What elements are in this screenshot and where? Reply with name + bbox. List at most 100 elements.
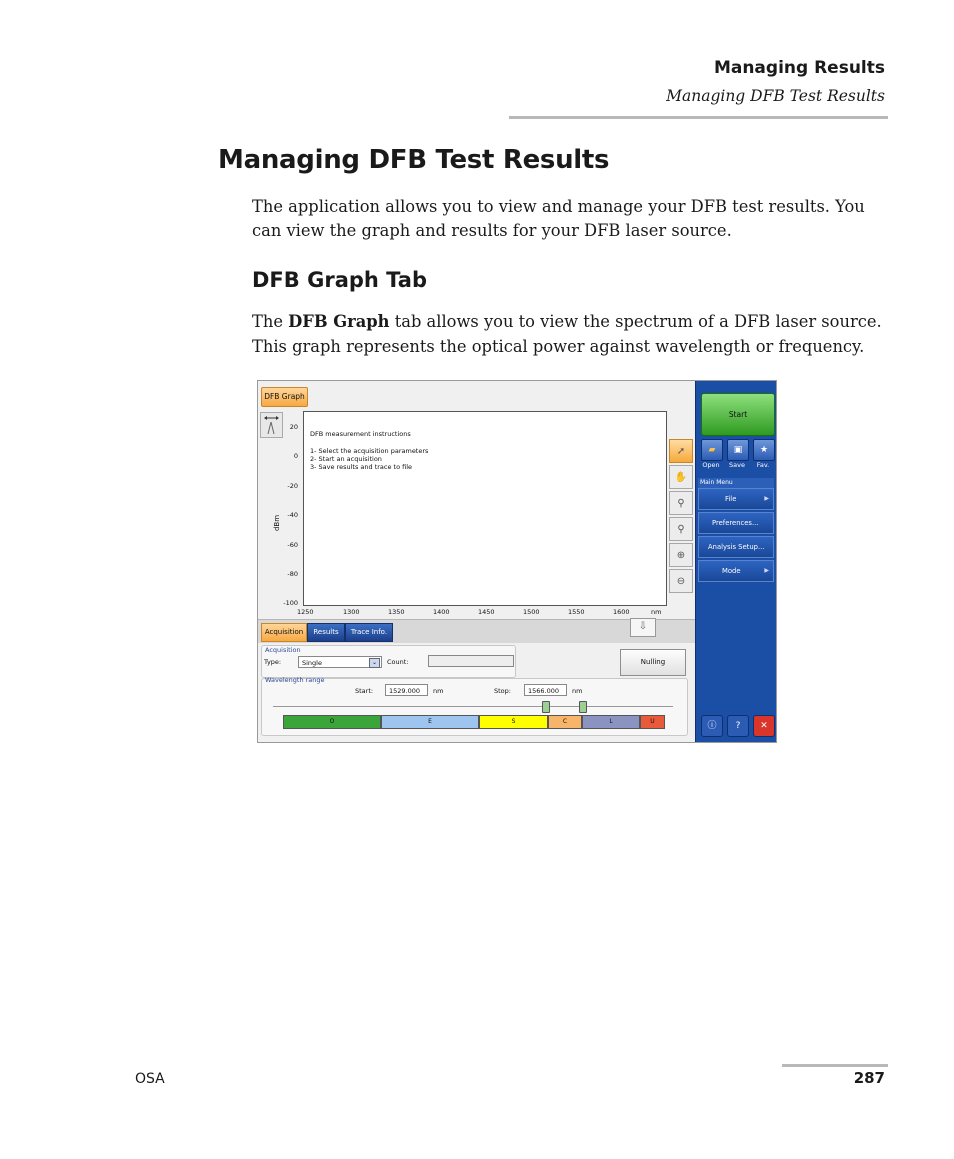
page-title: Managing DFB Test Results: [218, 145, 610, 175]
about-button[interactable]: ⓘ: [701, 715, 723, 737]
main-menu-title: Main Menu: [698, 478, 774, 488]
tab-dfb-graph[interactable]: DFB Graph: [261, 387, 308, 407]
footer-product: OSA: [135, 1071, 165, 1087]
stop-unit: nm: [572, 687, 583, 695]
tab-acquisition[interactable]: Acquisition: [261, 623, 307, 642]
type-select-value: Single: [302, 659, 322, 667]
start-button[interactable]: Start: [701, 393, 775, 436]
footer-rule: [782, 1064, 888, 1067]
band-s: S: [479, 715, 548, 729]
instruction-step: 2- Start an acquisition: [310, 455, 382, 463]
pointer-icon: ➚: [676, 445, 686, 457]
spectrum-plot[interactable]: DFB measurement instructions 1- Select t…: [303, 411, 667, 606]
band-o: O: [283, 715, 381, 729]
menu-item-mode[interactable]: Mode ▶: [698, 560, 774, 582]
star-icon: ★: [759, 445, 769, 455]
acquisition-group-title: Acquisition: [265, 646, 301, 654]
x-tick: 1400: [433, 608, 450, 616]
stop-label: Stop:: [494, 687, 511, 695]
stop-slider-handle[interactable]: [579, 701, 587, 713]
x-unit: nm: [651, 608, 662, 616]
menu-item-label: Analysis Setup...: [708, 543, 765, 551]
info-icon: ⓘ: [707, 721, 717, 731]
x-tick: 1550: [568, 608, 585, 616]
nulling-button[interactable]: Nulling: [620, 649, 686, 676]
menu-item-file[interactable]: File ▶: [698, 488, 774, 510]
count-label: Count:: [387, 658, 409, 666]
menu-item-preferences[interactable]: Preferences...: [698, 512, 774, 534]
running-header-section: Managing DFB Test Results: [666, 87, 885, 105]
help-icon: ?: [735, 721, 741, 731]
disk-icon: ▣: [733, 445, 743, 455]
zoom-area-button[interactable]: ⚲: [669, 491, 693, 515]
band-l: L: [582, 715, 640, 729]
band-c: C: [548, 715, 582, 729]
y-tick: -100: [283, 599, 298, 607]
y-axis-title: dBm: [273, 514, 282, 532]
zoom-in-button[interactable]: ⊕: [669, 543, 693, 567]
arrow-right-icon: ▶: [764, 495, 769, 502]
expand-button[interactable]: ⇩: [630, 618, 656, 637]
y-tick: -20: [287, 482, 298, 490]
folder-icon: ▰: [708, 445, 716, 455]
wavelength-group-title: Wavelength range: [265, 676, 325, 684]
save-button[interactable]: ▣: [727, 439, 749, 461]
x-tick: 1450: [478, 608, 495, 616]
count-spinner[interactable]: [428, 655, 514, 667]
pointer-tool-button[interactable]: ➚: [669, 439, 693, 463]
zoom-reset-icon: ⚲: [677, 523, 685, 535]
band-u: U: [640, 715, 665, 729]
close-icon: ✕: [760, 721, 768, 731]
start-slider-handle[interactable]: [542, 701, 550, 713]
tab-trace-info[interactable]: Trace Info.: [345, 623, 393, 642]
x-tick: 1600: [613, 608, 630, 616]
tab-results[interactable]: Results: [307, 623, 345, 642]
zoom-reset-button[interactable]: ⚲: [669, 517, 693, 541]
body-paragraph: The DFB Graph tab allows you to view the…: [252, 309, 892, 359]
body-text-pre: The: [252, 312, 289, 331]
x-tick: 1500: [523, 608, 540, 616]
pan-tool-button[interactable]: ✋: [669, 465, 693, 489]
header-rule: [509, 116, 888, 119]
y-tick: -80: [287, 570, 298, 578]
instruction-step: 1- Select the acquisition parameters: [310, 447, 429, 455]
side-panel: Start ▰ ▣ ★ Open Save Fav. Main Menu Fil…: [695, 381, 776, 742]
zoom-out-icon: ⊖: [676, 575, 686, 587]
graph-toolbar: ➚ ✋ ⚲ ⚲ ⊕ ⊖: [669, 439, 693, 595]
dfb-app-screenshot: DFB Graph 20 0 -20 -40 -60 -80 -100 dBm …: [257, 380, 777, 743]
y-tick: 20: [289, 423, 298, 431]
start-label: Start:: [355, 687, 374, 695]
intro-paragraph: The application allows you to view and m…: [252, 197, 865, 240]
arrow-right-icon: ▶: [764, 567, 769, 574]
x-tick: 1250: [297, 608, 314, 616]
zoom-out-button[interactable]: ⊖: [669, 569, 693, 593]
hand-icon: ✋: [674, 471, 688, 483]
exit-button[interactable]: ✕: [753, 715, 775, 737]
menu-item-label: File: [725, 495, 737, 503]
menu-item-label: Preferences...: [712, 519, 759, 527]
menu-item-analysis-setup[interactable]: Analysis Setup...: [698, 536, 774, 558]
wavelength-slider-track[interactable]: [273, 706, 673, 707]
type-select[interactable]: Single ⌄: [298, 656, 382, 668]
instruction-step: 3- Save results and trace to file: [310, 463, 413, 471]
band-e: E: [381, 715, 479, 729]
section-heading: DFB Graph Tab: [252, 268, 427, 292]
open-button[interactable]: ▰: [701, 439, 723, 461]
fav-label: Fav.: [756, 461, 770, 469]
help-button[interactable]: ?: [727, 715, 749, 737]
favorites-button[interactable]: ★: [753, 439, 775, 461]
chevron-down-icon: ⌄: [369, 658, 380, 668]
instructions-title: DFB measurement instructions: [310, 430, 411, 438]
stop-wavelength-input[interactable]: 1566.000: [524, 684, 567, 696]
x-tick: 1300: [343, 608, 360, 616]
y-tick: 0: [293, 452, 298, 460]
body-text-bold: DFB Graph: [288, 312, 390, 331]
type-label: Type:: [264, 658, 282, 666]
running-header-chapter: Managing Results: [713, 58, 885, 78]
y-tick: -60: [287, 541, 298, 549]
menu-item-label: Mode: [722, 567, 741, 575]
zoom-area-icon: ⚲: [677, 497, 685, 509]
x-tick: 1350: [388, 608, 405, 616]
page-number: 287: [853, 1069, 885, 1087]
start-wavelength-input[interactable]: 1529.000: [385, 684, 428, 696]
